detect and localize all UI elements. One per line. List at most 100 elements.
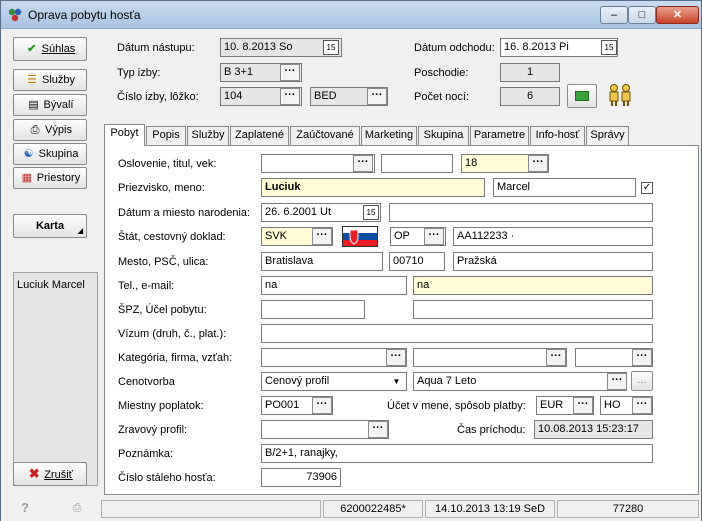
calendar-icon[interactable]: 15 (363, 205, 379, 220)
tab-info-host[interactable]: Info-hosť (530, 126, 585, 145)
sluzby-button[interactable]: ☰ Služby (13, 69, 87, 91)
guest-list[interactable]: Luciuk Marcel (13, 272, 98, 486)
mena-lookup-button[interactable]: ··· (573, 397, 593, 414)
email-field[interactable]: na (413, 276, 653, 295)
cenovy-profil-lookup-button[interactable]: ··· (607, 373, 627, 390)
minimize-button[interactable]: – (600, 6, 628, 24)
ucel-pobytu-field[interactable] (413, 300, 653, 319)
ulica-field[interactable]: Pražská (453, 252, 653, 271)
tab-sluzby[interactable]: Služby (187, 126, 229, 145)
karta-button[interactable]: Karta ◢ (13, 214, 87, 238)
tab-popis[interactable]: Popis (146, 126, 186, 145)
services-icon: ☰ (27, 74, 37, 86)
poplatok-label: Miestny poplatok: (118, 400, 204, 412)
calendar-icon[interactable]: 15 (323, 40, 339, 55)
tab-spravy[interactable]: Správy (586, 126, 629, 145)
doklad-lookup-button[interactable]: ··· (424, 228, 444, 245)
close-button[interactable]: ✕ (656, 6, 699, 24)
cenotvorba-select[interactable]: Cenový profil (261, 372, 407, 391)
left-panel: ✔ Súhlas ☰ Služby ▤ Bývalí ⎙ Výpis ☯ Skupina … (7, 33, 99, 495)
tab-skupina[interactable]: Skupina (418, 126, 469, 145)
more-button[interactable]: ... (631, 371, 653, 391)
mesto-field[interactable]: Bratislava (261, 252, 383, 271)
cenovy-profil-field[interactable]: Aqua 7 Leto (413, 372, 627, 391)
spz-label: ŠPZ, Účel pobytu: (118, 304, 207, 316)
tel-label: Tel., e-mail: (118, 280, 175, 292)
status-bar: ? ⎙ 6200022485* 14.10.2013 13:19 SeD 772… (1, 497, 701, 521)
vypis-button[interactable]: ⎙ Výpis (13, 119, 87, 141)
tab-zaplatene[interactable]: Zaplatené (230, 126, 289, 145)
firma-lookup-button[interactable]: ··· (546, 349, 566, 366)
poschodie-field: 1 (500, 63, 560, 82)
skupina-button[interactable]: ☯ Skupina (13, 143, 87, 165)
tab-marketing[interactable]: Marketing (361, 126, 417, 145)
tab-pobyt[interactable]: Pobyt (104, 124, 145, 146)
spz-field[interactable] (261, 300, 365, 319)
slovakia-flag-icon (342, 226, 378, 247)
meno-checkbox[interactable]: ✓ (641, 182, 653, 194)
calendar-icon[interactable]: 15 (601, 40, 617, 55)
tel-field[interactable]: na (261, 276, 407, 295)
kategoria-label: Kategória, firma, vzťah: (118, 352, 233, 364)
dropdown-corner-icon: ◢ (77, 228, 83, 235)
zdravotny-label: Zravový profil: (118, 424, 188, 436)
typ-izby-label: Typ izby: (117, 67, 161, 79)
main-window: Oprava pobytu hosťa – □ ✕ ✔ Súhlas ☰ Služb… (0, 0, 702, 521)
cislo-hosta-label: Číslo stáleho hosťa: (118, 472, 216, 484)
printer-icon[interactable]: ⎙ (55, 500, 99, 518)
status-code: 6200022485* (323, 500, 423, 518)
poznamka-field[interactable]: B/2+1, ranajky, (261, 444, 653, 463)
ucet-label: Účet v mene, spôsob platby: (387, 400, 526, 412)
priezvisko-label: Priezvisko, meno: (118, 182, 205, 194)
poschodie-label: Poschodie: (414, 67, 469, 79)
doklad-cislo-field[interactable]: AA112233 · (453, 227, 653, 246)
pobyt-panel: Oslovenie, titul, vek: ··· 18 ··· Priezv… (104, 145, 699, 495)
chevron-down-icon[interactable]: ▼ (388, 374, 405, 389)
poznamka-label: Poznámka: (118, 448, 174, 460)
guests-icon[interactable] (607, 83, 633, 107)
close-icon: ✖ (28, 466, 40, 481)
maximize-button[interactable]: □ (628, 6, 656, 24)
status-empty (101, 500, 321, 518)
group-icon: ☯ (23, 148, 34, 160)
suhlas-button[interactable]: ✔ Súhlas (13, 37, 87, 61)
poplatok-lookup-button[interactable]: ··· (312, 397, 332, 414)
cas-prichodu-label: Čas príchodu: (457, 424, 526, 436)
firma-field[interactable] (413, 348, 567, 367)
meno-field[interactable]: Marcel (493, 178, 636, 197)
miesto-narodenia-field[interactable] (389, 203, 653, 222)
rooms-icon: ▦ (21, 172, 32, 184)
titul-field[interactable] (381, 154, 453, 173)
zrusit-button[interactable]: ✖ Zrušiť (13, 462, 87, 486)
note-button[interactable] (567, 84, 597, 108)
typ-izby-lookup-button[interactable]: ··· (280, 64, 300, 81)
stat-lookup-button[interactable]: ··· (312, 228, 332, 245)
cislo-izby-lookup-button[interactable]: ··· (280, 88, 300, 105)
oslovenie-lookup-button[interactable]: ··· (353, 155, 373, 172)
cislo-hosta-field[interactable]: 73906 (261, 468, 341, 487)
kategoria-lookup-button[interactable]: ··· (386, 349, 406, 366)
stay-header: Dátum nástupu: 10. 8.2013 So 15 Typ izby… (104, 33, 699, 117)
list-item[interactable]: Luciuk Marcel (17, 279, 85, 291)
tab-parametre[interactable]: Parametre (470, 126, 529, 145)
platba-lookup-button[interactable]: ··· (632, 397, 652, 414)
vek-lookup-button[interactable]: ··· (528, 155, 548, 172)
vizum-field[interactable] (261, 324, 653, 343)
note-icon (575, 91, 589, 101)
priestory-button[interactable]: ▦ Priestory (13, 167, 87, 189)
title-bar: Oprava pobytu hosťa – □ ✕ (1, 1, 701, 29)
cislo-izby-label: Číslo izby, lôžko: (117, 91, 199, 103)
mesto-label: Mesto, PSČ, ulica: (118, 256, 209, 268)
tab-zauctovane[interactable]: Zaúčtované (290, 126, 360, 145)
pocet-noci-field: 6 (500, 87, 560, 106)
status-number: 77280 (557, 500, 699, 518)
zdravotny-lookup-button[interactable]: ··· (368, 421, 388, 438)
priezvisko-field[interactable]: Luciuk (261, 178, 485, 197)
help-icon[interactable]: ? (3, 500, 47, 518)
cas-prichodu-field: 10.08.2013 15:23:17 (534, 420, 653, 439)
vztah-lookup-button[interactable]: ··· (632, 349, 652, 366)
narodenie-label: Dátum a miesto narodenia: (118, 207, 251, 219)
psc-field[interactable]: 00710 (389, 252, 445, 271)
byvali-button[interactable]: ▤ Bývalí (13, 94, 87, 116)
lozko-lookup-button[interactable]: ··· (367, 88, 387, 105)
